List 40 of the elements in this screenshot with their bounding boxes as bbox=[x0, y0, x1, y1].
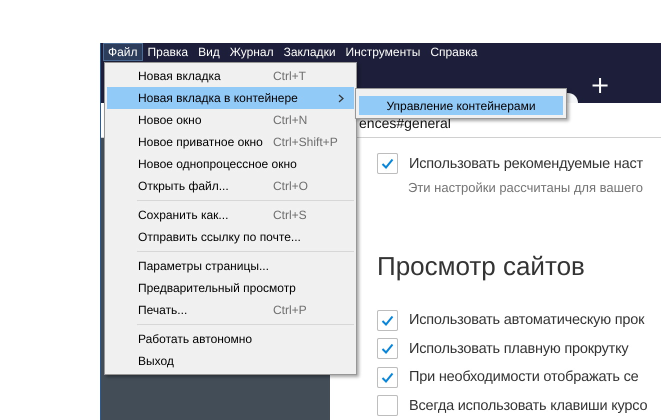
menu-item[interactable]: Новая вкладка Ctrl+T bbox=[107, 65, 354, 87]
menu-bar-item[interactable]: Журнал bbox=[224, 43, 279, 62]
menu-item[interactable]: Печать... Ctrl+P bbox=[107, 299, 354, 321]
option-label: Всегда использовать клавиши курсо bbox=[409, 398, 648, 414]
menu-item[interactable]: Параметры страницы... bbox=[107, 255, 354, 277]
menu-bar-item[interactable]: Файл bbox=[103, 43, 143, 62]
chevron-right-icon bbox=[338, 94, 344, 102]
menu-item[interactable]: Работать автономно bbox=[107, 328, 354, 350]
menu-item[interactable]: Отправить ссылку по почте... bbox=[107, 226, 354, 248]
new-tab-button[interactable]: + bbox=[586, 73, 614, 98]
section-title: Просмотр сайтов bbox=[377, 251, 586, 282]
menu-bar-item[interactable]: Закладки bbox=[278, 43, 341, 62]
checkbox[interactable] bbox=[377, 366, 398, 388]
checkmark-icon bbox=[381, 343, 394, 354]
option-label: Использовать автоматическую прок bbox=[409, 312, 644, 328]
menu-item[interactable]: Сохранить как... Ctrl+S bbox=[107, 204, 354, 226]
checkmark-icon bbox=[381, 372, 394, 383]
checkbox[interactable] bbox=[377, 338, 398, 360]
checkbox[interactable] bbox=[377, 395, 398, 416]
menu-item[interactable]: Новое однопроцессное окно bbox=[107, 153, 354, 175]
menu-item[interactable]: Новая вкладка в контейнере bbox=[107, 87, 354, 109]
menu-item[interactable]: Открыть файл... Ctrl+O bbox=[107, 175, 354, 197]
menu-item[interactable]: Новое приватное окно Ctrl+Shift+P bbox=[107, 131, 354, 153]
option-label: Использовать рекомендуемые наст bbox=[409, 156, 643, 172]
menu-bar-item[interactable]: Вид bbox=[193, 43, 225, 62]
menu-item[interactable]: Управление контейнерами bbox=[359, 96, 563, 115]
checkmark-icon bbox=[381, 158, 394, 170]
option-label: При необходимости отображать се bbox=[409, 369, 639, 386]
checkmark-icon bbox=[381, 314, 394, 326]
address-text: ences#general bbox=[359, 114, 451, 130]
checkbox[interactable] bbox=[377, 310, 398, 331]
menu-bar-item[interactable]: Правка bbox=[142, 43, 194, 62]
option-label: Использовать плавную прокрутку bbox=[409, 340, 628, 357]
menu-bar-item[interactable]: Справка bbox=[425, 43, 482, 62]
option-description: Эти настройки рассчитаны для вашего bbox=[407, 180, 644, 195]
menu-item[interactable]: Выход bbox=[107, 350, 354, 372]
menu-bar-item[interactable]: Инструменты bbox=[340, 43, 426, 62]
menu-item[interactable]: Предварительный просмотр bbox=[107, 277, 354, 299]
menu-item[interactable]: Новое окно Ctrl+N bbox=[107, 109, 354, 131]
checkbox[interactable] bbox=[377, 153, 398, 174]
